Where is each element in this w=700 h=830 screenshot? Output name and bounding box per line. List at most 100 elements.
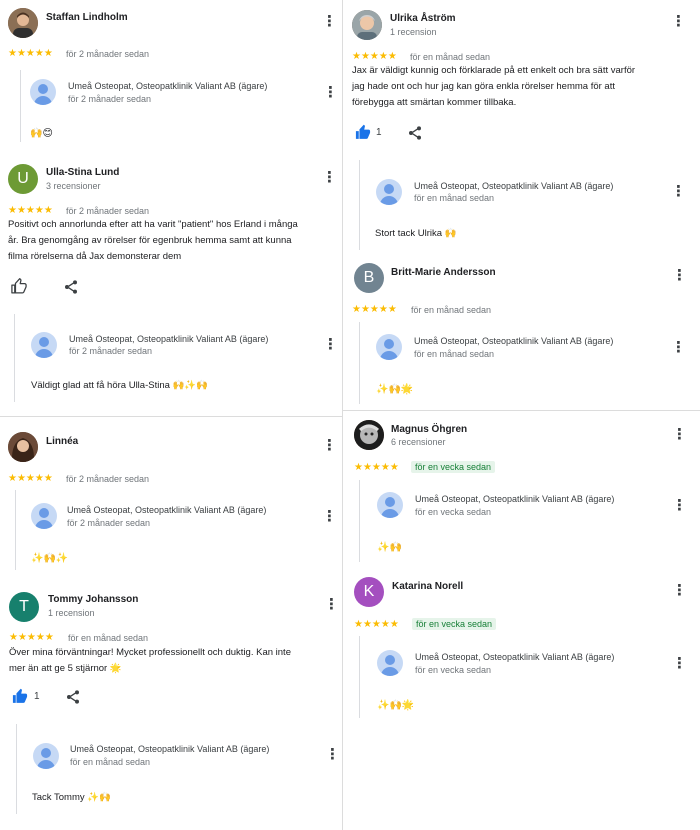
- reviewer-avatar[interactable]: [8, 432, 38, 462]
- reply-date: för 2 månader sedan: [69, 346, 153, 356]
- reply-divider: [359, 322, 360, 404]
- review-date: för en månad sedan: [410, 52, 491, 62]
- more-vert-icon[interactable]: ⋮: [324, 597, 339, 613]
- review-date: för en månad sedan: [411, 305, 492, 315]
- owner-reply-text: ✨🙌🌟: [377, 700, 415, 711]
- review-date: för en månad sedan: [68, 633, 149, 643]
- owner-name: Umeå Osteopat, Osteopatklinik Valiant AB…: [70, 744, 270, 754]
- more-vert-icon[interactable]: ⋮: [672, 656, 687, 672]
- owner-name: Umeå Osteopat, Osteopatklinik Valiant AB…: [68, 81, 268, 91]
- more-vert-icon[interactable]: ⋮: [672, 583, 687, 599]
- left-review-column: Staffan Lindholm ⋮ ★★★★★ för 2 månader s…: [0, 0, 342, 830]
- star-rating: ★★★★★: [8, 473, 53, 484]
- owner-name: Umeå Osteopat, Osteopatklinik Valiant AB…: [415, 494, 615, 504]
- review-count: 1 recension: [390, 27, 437, 37]
- profile-photo-icon: [354, 420, 384, 450]
- review-date: för 2 månader sedan: [66, 49, 150, 59]
- review-count: 3 recensioner: [46, 181, 101, 191]
- reply-date: för 2 månader sedan: [68, 94, 152, 104]
- reply-date: för en månad sedan: [414, 349, 495, 359]
- more-vert-icon[interactable]: ⋮: [323, 85, 338, 101]
- reviewer-name[interactable]: Ulla-Stina Lund: [46, 167, 119, 178]
- reply-divider: [14, 314, 15, 402]
- review-date: för en vecka sedan: [411, 461, 496, 473]
- thumbs-up-icon[interactable]: [11, 688, 29, 710]
- like-count: 1: [376, 127, 382, 138]
- more-vert-icon[interactable]: ⋮: [672, 268, 687, 284]
- reply-date: för en månad sedan: [414, 193, 495, 203]
- profile-photo-icon: [352, 10, 382, 40]
- share-icon[interactable]: [63, 279, 79, 300]
- reviewer-name[interactable]: Tommy Johansson: [48, 594, 138, 605]
- reviewer-name[interactable]: Ulrika Åström: [390, 13, 456, 24]
- thumbs-up-icon[interactable]: [10, 278, 28, 300]
- owner-name: Umeå Osteopat, Osteopatklinik Valiant AB…: [414, 181, 614, 191]
- owner-reply-text: Stort tack Ulrika 🙌: [375, 228, 457, 239]
- reply-date: för en vecka sedan: [415, 507, 492, 517]
- more-vert-icon[interactable]: ⋮: [322, 170, 337, 186]
- more-vert-icon[interactable]: ⋮: [322, 438, 337, 454]
- reply-divider: [16, 724, 17, 814]
- owner-avatar: [377, 492, 403, 518]
- review-text-line: jag hade ont och hur jag kan göra enkla …: [352, 81, 615, 92]
- review-count: 6 recensioner: [391, 437, 446, 447]
- reviewer-name[interactable]: Katarina Norell: [392, 581, 463, 592]
- reply-date: för en vecka sedan: [415, 665, 492, 675]
- more-vert-icon[interactable]: ⋮: [671, 340, 686, 356]
- reply-divider: [359, 636, 360, 718]
- section-divider: [343, 410, 700, 411]
- review-text: Jax är väldigt kunnig och förklarade på …: [352, 63, 697, 111]
- reviewer-avatar[interactable]: T: [9, 592, 39, 622]
- more-vert-icon[interactable]: ⋮: [322, 14, 337, 30]
- reviewer-avatar[interactable]: K: [354, 577, 384, 607]
- reviews-page: { "owner": { "name": "Umeå Osteopat, Ost…: [0, 0, 700, 830]
- more-vert-icon[interactable]: ⋮: [322, 509, 337, 525]
- owner-reply-text: ✨🙌✨: [31, 553, 69, 564]
- more-vert-icon[interactable]: ⋮: [323, 337, 338, 353]
- more-vert-icon[interactable]: ⋮: [672, 427, 687, 443]
- reply-divider: [20, 70, 21, 142]
- review-text: Över mina förväntningar! Mycket professi…: [9, 645, 339, 677]
- more-vert-icon[interactable]: ⋮: [671, 14, 686, 30]
- owner-reply-text: Väldigt glad att få höra Ulla-Stina 🙌✨🙌: [31, 380, 209, 391]
- review-date: för 2 månader sedan: [66, 474, 150, 484]
- reviewer-name[interactable]: Staffan Lindholm: [46, 12, 128, 23]
- reply-divider: [359, 480, 360, 562]
- reviewer-name[interactable]: Magnus Öhgren: [391, 424, 467, 435]
- reviewer-avatar[interactable]: [352, 10, 382, 40]
- owner-avatar: [377, 650, 403, 676]
- review-count: 1 recension: [48, 608, 95, 618]
- share-icon[interactable]: [65, 689, 81, 710]
- more-vert-icon[interactable]: ⋮: [672, 498, 687, 514]
- reviewer-avatar[interactable]: [354, 420, 384, 450]
- star-rating: ★★★★★: [8, 48, 53, 59]
- reviewer-name[interactable]: Britt-Marie Andersson: [391, 267, 496, 278]
- thumbs-up-icon[interactable]: [354, 124, 372, 146]
- more-vert-icon[interactable]: ⋮: [671, 184, 686, 200]
- share-icon[interactable]: [407, 125, 423, 146]
- owner-avatar: [376, 179, 402, 205]
- star-rating: ★★★★★: [8, 205, 53, 216]
- review-text-line: filma rörelserna då Jax demonsterar dem: [8, 251, 182, 262]
- reviewer-avatar[interactable]: U: [8, 164, 38, 194]
- star-rating: ★★★★★: [352, 51, 397, 62]
- owner-name: Umeå Osteopat, Osteopatklinik Valiant AB…: [414, 336, 614, 346]
- owner-reply-text: 🙌😊: [30, 128, 53, 139]
- profile-photo-icon: [8, 432, 38, 462]
- reviewer-name[interactable]: Linnéa: [46, 436, 78, 447]
- reply-date: för en månad sedan: [70, 757, 151, 767]
- owner-name: Umeå Osteopat, Osteopatklinik Valiant AB…: [67, 505, 267, 515]
- review-text-line: mer än att ge 5 stjärnor 🌟: [9, 663, 122, 674]
- owner-avatar: [31, 503, 57, 529]
- owner-reply-text: Tack Tommy ✨🙌: [32, 792, 111, 803]
- review-date: för en vecka sedan: [412, 618, 497, 630]
- more-vert-icon[interactable]: ⋮: [325, 747, 340, 763]
- reviewer-avatar[interactable]: B: [354, 263, 384, 293]
- star-rating: ★★★★★: [9, 632, 54, 643]
- star-rating: ★★★★★: [354, 619, 399, 630]
- reviewer-avatar[interactable]: [8, 8, 38, 38]
- reply-date: för 2 månader sedan: [67, 518, 151, 528]
- owner-avatar: [31, 332, 57, 358]
- review-text-line: förebygga att smärtan kommer tillbaka.: [352, 97, 517, 108]
- profile-photo-icon: [8, 8, 38, 38]
